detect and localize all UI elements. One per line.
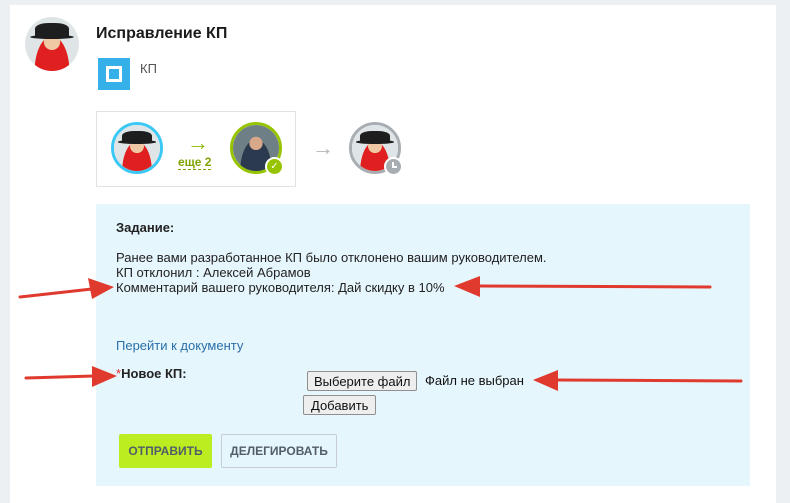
document-type-label: КП bbox=[140, 61, 157, 76]
go-to-document-link[interactable]: Перейти к документу bbox=[116, 338, 243, 353]
route-arrow-next-icon: → bbox=[312, 135, 334, 160]
task-heading: Задание: bbox=[116, 220, 175, 235]
task-description: Ранее вами разработанное КП было отклоне… bbox=[116, 250, 547, 295]
add-file-button[interactable]: Добавить bbox=[303, 395, 377, 415]
task-line-rejected: Ранее вами разработанное КП было отклоне… bbox=[116, 250, 547, 265]
approved-check-icon: ✓ bbox=[265, 157, 284, 176]
pending-clock-icon bbox=[384, 157, 403, 176]
route-avatar-author[interactable] bbox=[111, 122, 163, 174]
author-avatar[interactable] bbox=[25, 17, 79, 71]
choose-file-button[interactable]: Выберите файл bbox=[307, 371, 418, 391]
file-status-text: Файл не выбран bbox=[425, 373, 524, 388]
new-kp-field-label: *Новое КП: bbox=[116, 366, 187, 381]
route-arrow-icon: → bbox=[187, 130, 209, 155]
document-icon bbox=[98, 58, 130, 90]
send-button[interactable]: ОТПРАВИТЬ bbox=[119, 434, 212, 468]
task-panel: Задание: Ранее вами разработанное КП был… bbox=[96, 204, 750, 486]
new-kp-label-text: Новое КП: bbox=[121, 366, 187, 381]
more-participants-link[interactable]: еще 2 bbox=[178, 155, 212, 170]
page-title: Исправление КП bbox=[96, 25, 228, 42]
task-line-comment: Комментарий вашего руководителя: Дай ски… bbox=[116, 280, 445, 295]
delegate-button[interactable]: ДЕЛЕГИРОВАТЬ bbox=[221, 434, 337, 468]
task-line-rejected-by: КП отклонил : Алексей Абрамов bbox=[116, 265, 311, 280]
